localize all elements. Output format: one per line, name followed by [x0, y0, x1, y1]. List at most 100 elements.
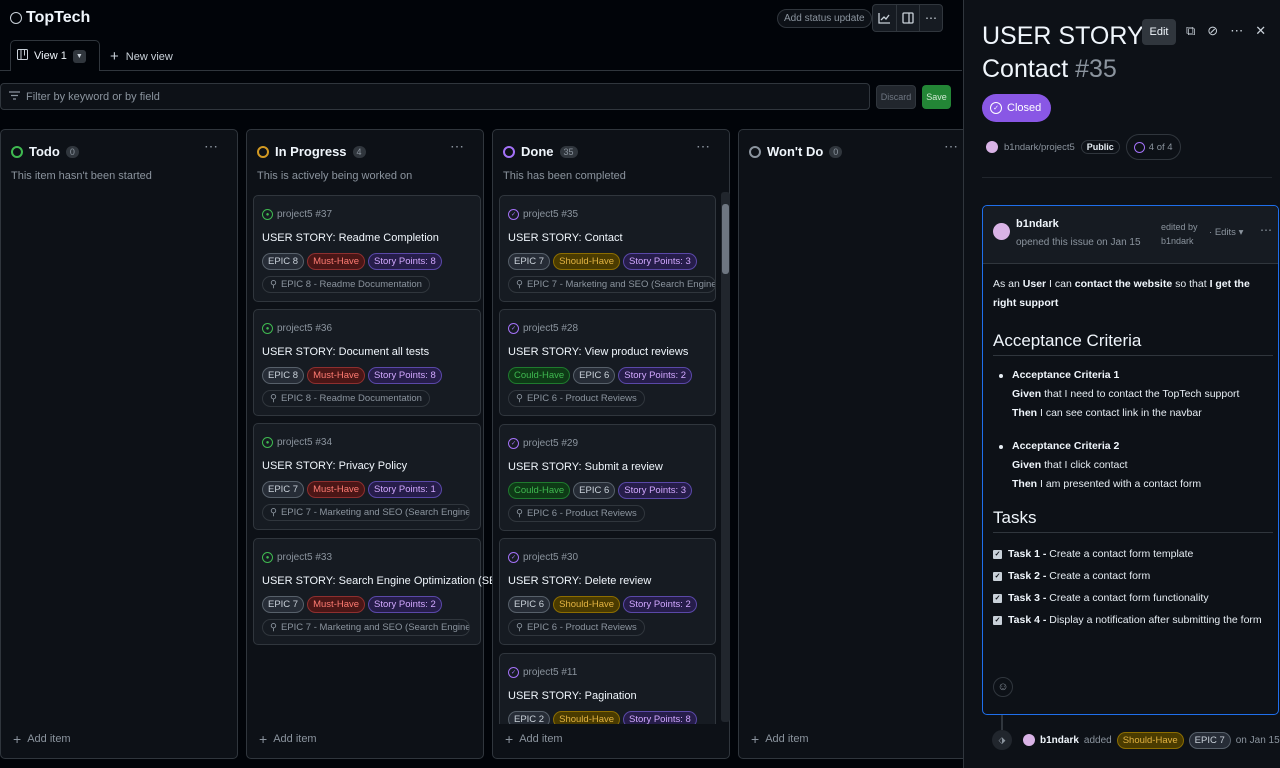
label-badge[interactable]: Story Points: 3	[623, 253, 697, 270]
issue-card[interactable]: ● project5 #36 USER STORY: Document all t…	[253, 309, 481, 416]
issue-title[interactable]: USER STORY: View product reviews	[508, 346, 688, 358]
add-item-button[interactable]: + Add item	[259, 731, 317, 747]
edits-dropdown[interactable]: · Edits ▾	[1209, 227, 1243, 238]
milestone-badge[interactable]: ⚲ EPIC 8 - Readme Documentation	[262, 276, 430, 293]
label-badge[interactable]: Could-Have	[508, 367, 571, 384]
avatar	[1023, 734, 1035, 746]
milestone-badge[interactable]: ⚲ EPIC 6 - Product Reviews	[508, 390, 645, 407]
criteria-list: Acceptance Criteria 1 Given that I need …	[993, 366, 1273, 494]
label-badge[interactable]: Should-Have	[553, 711, 621, 724]
label-badge[interactable]: Story Points: 2	[368, 596, 442, 613]
progress-badge[interactable]: 4 of 4	[1125, 134, 1181, 160]
label-badge[interactable]: Should-Have	[1116, 731, 1184, 749]
milestone-badge[interactable]: ⚲ EPIC 7 - Marketing and SEO (Search Engi…	[262, 619, 470, 636]
task-checkbox[interactable]: ✓	[993, 593, 1002, 603]
label-badge[interactable]: Must-Have	[307, 481, 366, 498]
label-badge[interactable]: Must-Have	[307, 596, 366, 613]
chart-icon[interactable]	[873, 5, 896, 31]
more-icon[interactable]: ⋯	[919, 5, 942, 31]
task-checkbox[interactable]: ✓	[993, 549, 1002, 559]
add-item-button[interactable]: + Add item	[505, 731, 563, 747]
add-item-button[interactable]: + Add item	[13, 731, 71, 747]
label-badge[interactable]: Story Points: 1	[368, 481, 442, 498]
label-badge[interactable]: EPIC 6	[573, 482, 616, 499]
issue-card[interactable]: ● project5 #33 USER STORY: Search Engine …	[253, 538, 509, 645]
issue-card[interactable]: ✓ project5 #28 USER STORY: View product r…	[499, 309, 716, 416]
discard-button[interactable]: Discard	[876, 85, 916, 109]
copy-icon[interactable]: ⧉	[1186, 23, 1195, 39]
issue-card[interactable]: ✓ project5 #11 USER STORY: Pagination EPI…	[499, 653, 716, 724]
issue-card[interactable]: ● project5 #37 USER STORY: Readme Complet…	[253, 195, 481, 302]
save-button[interactable]: Save	[922, 85, 951, 109]
repo-link[interactable]: b1ndark/project5	[1004, 142, 1075, 153]
label-badge[interactable]: Could-Have	[508, 482, 571, 499]
layout-icon[interactable]	[896, 5, 919, 31]
unsubscribe-icon[interactable]: ⊘	[1207, 23, 1218, 39]
label-badge[interactable]: Story Points: 8	[368, 367, 442, 384]
label-badge[interactable]: EPIC 7	[1188, 731, 1231, 749]
task-checkbox[interactable]: ✓	[993, 571, 1002, 581]
milestone-badge[interactable]: ⚲ EPIC 7 - Marketing and SEO (Search Engi…	[262, 504, 470, 521]
close-icon[interactable]: ✕	[1255, 23, 1266, 39]
label-badge[interactable]: EPIC 2	[508, 711, 551, 724]
issue-ref: ✓ project5 #30	[508, 552, 578, 563]
label-badge[interactable]: Story Points: 2	[623, 596, 697, 613]
label-badge[interactable]: EPIC 6	[573, 367, 616, 384]
issue-title[interactable]: USER STORY: Submit a review	[508, 461, 663, 473]
label-badge[interactable]: Should-Have	[553, 596, 621, 613]
milestone-badge[interactable]: ⚲ EPIC 7 - Marketing and SEO (Search Engi…	[508, 276, 716, 293]
column-menu-icon[interactable]: ⋯	[450, 138, 465, 155]
scrollbar[interactable]	[721, 192, 730, 722]
milestone-badge[interactable]: ⚲ EPIC 6 - Product Reviews	[508, 505, 645, 522]
issue-ref: ✓ project5 #11	[508, 667, 577, 678]
issue-title[interactable]: USER STORY: Document all tests	[262, 346, 429, 358]
issue-ref: ✓ project5 #35	[508, 209, 578, 220]
label-badge[interactable]: EPIC 6	[508, 596, 551, 613]
issue-title[interactable]: USER STORY: Search Engine Optimization (…	[262, 575, 509, 587]
issue-title[interactable]: USER STORY: Contact	[508, 232, 623, 244]
column-menu-icon[interactable]: ⋯	[944, 138, 959, 155]
tab-view-1[interactable]: View 1 ▼	[10, 40, 100, 71]
comment-menu-icon[interactable]: ⋯	[1260, 223, 1272, 237]
label-badge[interactable]: Must-Have	[307, 253, 366, 270]
label-badge[interactable]: EPIC 7	[508, 253, 551, 270]
timeline-event: ⬗ b1ndark added Should-Have EPIC 7 on Ja…	[992, 730, 1280, 750]
label-badge[interactable]: Story Points: 8	[623, 711, 697, 724]
add-status-update-button[interactable]: Add status update	[777, 9, 872, 28]
app-title[interactable]: TopTech	[10, 9, 90, 27]
issue-title[interactable]: USER STORY: Privacy Policy	[262, 460, 407, 472]
task-item: ✓ Task 1 - Create a contact form template	[993, 547, 1194, 560]
card-scroll-area[interactable]: ✓ project5 #35 USER STORY: Contact EPIC 7…	[493, 130, 729, 724]
column-menu-icon[interactable]: ⋯	[204, 138, 219, 155]
issue-title[interactable]: USER STORY: Readme Completion	[262, 232, 439, 244]
milestone-badge[interactable]: ⚲ EPIC 6 - Product Reviews	[508, 619, 645, 636]
label-badge[interactable]: Story Points: 2	[618, 367, 693, 384]
issue-card[interactable]: ✓ project5 #35 USER STORY: Contact EPIC 7…	[499, 195, 716, 302]
label-badge[interactable]: EPIC 8	[262, 253, 305, 270]
issue-title[interactable]: USER STORY: Delete review	[508, 575, 651, 587]
issue-comment: b1ndark opened this issue on Jan 15 edit…	[982, 205, 1279, 715]
issue-card[interactable]: ✓ project5 #29 USER STORY: Submit a revie…	[499, 424, 716, 531]
more-icon[interactable]: ⋯	[1230, 23, 1243, 39]
label-badge[interactable]: EPIC 7	[262, 596, 305, 613]
issue-card[interactable]: ✓ project5 #30 USER STORY: Delete review …	[499, 538, 716, 645]
comment-author[interactable]: b1ndark	[1016, 218, 1059, 230]
event-user[interactable]: b1ndark	[1040, 735, 1079, 746]
new-view-button[interactable]: + New view	[110, 48, 173, 65]
task-checkbox[interactable]: ✓	[993, 615, 1002, 625]
label-badge[interactable]: EPIC 8	[262, 367, 305, 384]
label-badge[interactable]: Must-Have	[307, 367, 366, 384]
label-badge[interactable]: Should-Have	[553, 253, 621, 270]
filter-input[interactable]: Filter by keyword or by field	[0, 83, 870, 110]
issue-card[interactable]: ● project5 #34 USER STORY: Privacy Policy…	[253, 423, 481, 530]
scrollbar-thumb[interactable]	[722, 204, 729, 274]
label-badge[interactable]: EPIC 7	[262, 481, 305, 498]
label-badge[interactable]: Story Points: 8	[368, 253, 442, 270]
issue-title[interactable]: USER STORY: Pagination	[508, 690, 637, 702]
chevron-down-icon[interactable]: ▼	[72, 49, 86, 63]
edit-title-button[interactable]: Edit	[1142, 19, 1176, 45]
emoji-reaction-icon[interactable]: ☺	[993, 677, 1013, 697]
milestone-badge[interactable]: ⚲ EPIC 8 - Readme Documentation	[262, 390, 430, 407]
add-item-button[interactable]: + Add item	[751, 731, 809, 747]
label-badge[interactable]: Story Points: 3	[618, 482, 693, 499]
